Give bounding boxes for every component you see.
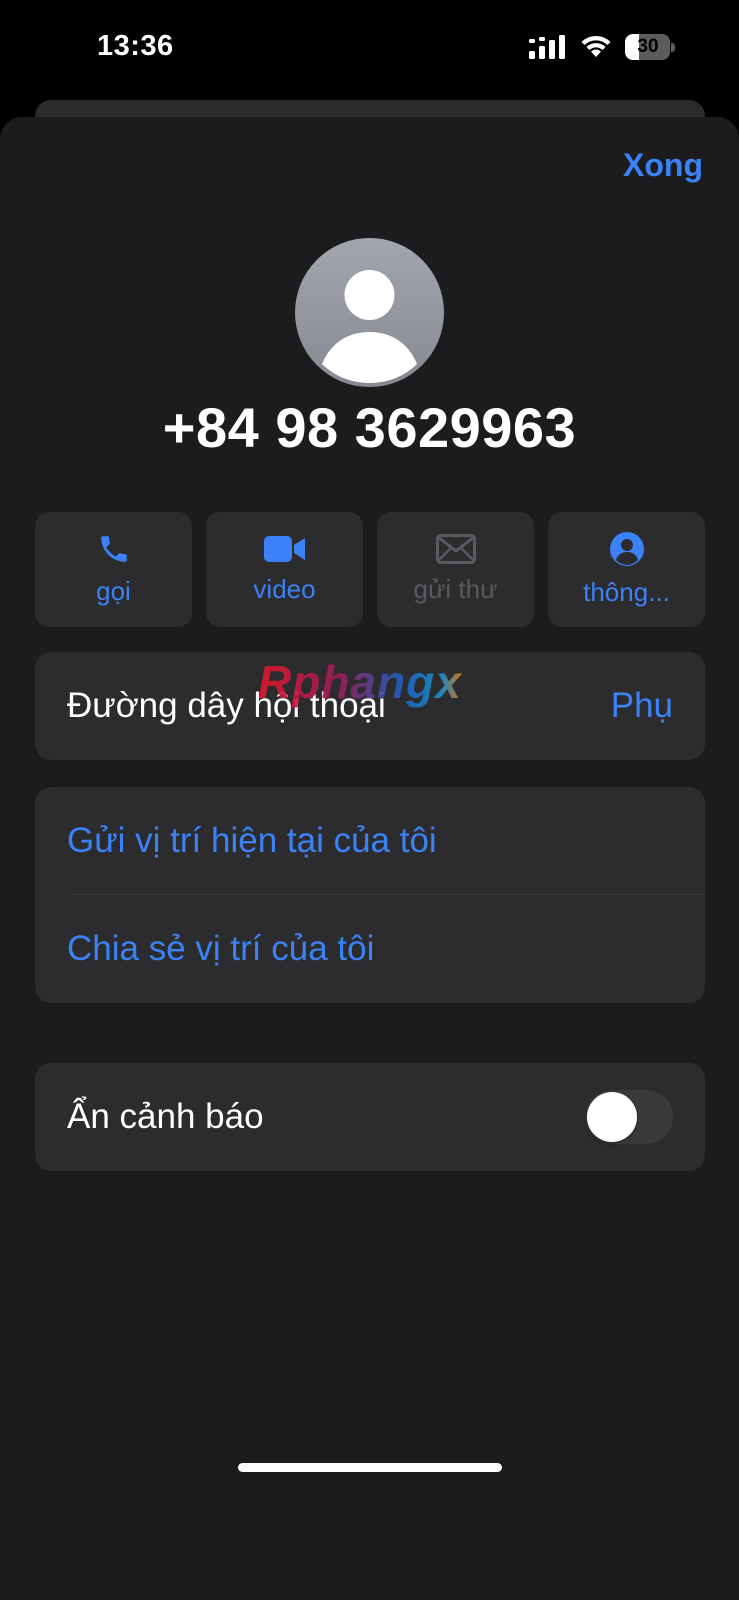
share-location-label: Chia sẻ vị trí của tôi [67,929,375,968]
video-label: video [253,574,316,604]
watermark-logo: Rphangx [258,656,462,708]
call-label: gọi [96,576,131,606]
battery-icon: 30 [625,34,675,60]
contact-details-sheet: Xong +84 98 3629963 gọi video gửi thư th… [0,117,739,1600]
send-current-location-row[interactable]: Gửi vị trí hiện tại của tôi [35,787,705,895]
video-camera-icon [263,536,305,562]
battery-level: 30 [637,36,659,57]
info-label: thông... [583,577,670,607]
hide-alerts-label: Ẩn cảnh báo [67,1097,264,1136]
call-button[interactable]: gọi [35,512,192,627]
phone-number: +84 98 3629963 [162,396,577,459]
toggle-knob [587,1092,637,1142]
person-silhouette-icon [322,270,417,383]
status-bar: 13:36 30 [0,0,739,100]
avatar [295,238,444,387]
send-current-location-label: Gửi vị trí hiện tại của tôi [67,821,437,860]
phone-icon [100,536,127,562]
status-time: 13:36 [97,30,174,62]
conversation-line-value: Phụ [610,686,673,725]
home-indicator[interactable] [238,1463,502,1472]
envelope-icon [435,534,476,564]
wifi-icon [581,35,611,57]
mail-label: gửi thư [413,574,498,604]
alerts-group: Ẩn cảnh báo [35,1063,705,1171]
mail-button[interactable]: gửi thư [377,512,534,627]
status-icons: 30 [529,34,675,60]
person-circle-icon [609,532,644,566]
hide-alerts-toggle[interactable] [585,1090,673,1144]
info-button[interactable]: thông... [548,512,705,627]
hide-alerts-row: Ẩn cảnh báo [35,1063,705,1171]
cellular-signal-icon [529,35,565,59]
share-location-row[interactable]: Chia sẻ vị trí của tôi [35,895,705,1003]
action-buttons: gọi video gửi thư thông... [35,512,705,627]
video-button[interactable]: video [206,512,363,627]
location-group: Gửi vị trí hiện tại của tôi Chia sẻ vị t… [35,787,705,1003]
done-button[interactable]: Xong [623,147,703,184]
